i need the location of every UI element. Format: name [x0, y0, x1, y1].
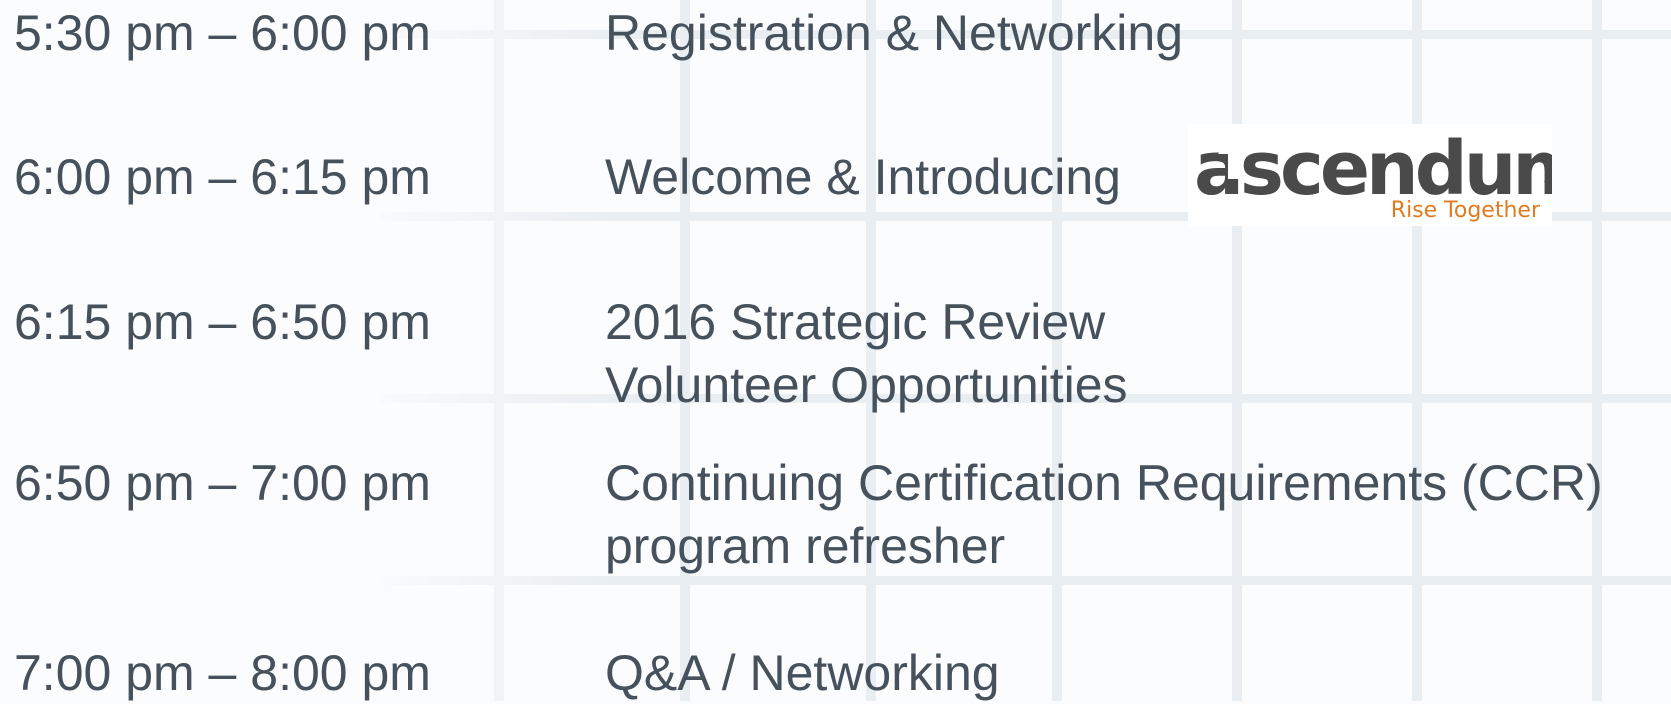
agenda-time: 5:30 pm – 6:00 pm — [14, 5, 431, 61]
trademark-mark: TM — [1543, 181, 1552, 188]
agenda-activity: Welcome & Introducing — [605, 149, 1121, 205]
agenda-time: 7:00 pm – 8:00 pm — [14, 645, 431, 701]
agenda-activity: Continuing Certification Requirements (C… — [605, 455, 1603, 511]
agenda-activity-line-2: Volunteer Opportunities — [605, 357, 1128, 413]
logo-tagline: Rise Together — [1391, 198, 1541, 223]
agenda-activity: Q&A / Networking — [605, 645, 1000, 701]
agenda-activity: Registration & Networking — [605, 5, 1184, 61]
agenda-time: 6:50 pm – 7:00 pm — [14, 455, 431, 511]
ascendum-logo: ascendum TM Rise Together — [1188, 124, 1552, 226]
agenda-activity: 2016 Strategic Review — [605, 294, 1106, 350]
agenda-time: 6:00 pm – 6:15 pm — [14, 149, 431, 205]
agenda-time: 6:15 pm – 6:50 pm — [14, 294, 431, 350]
agenda-activity-line-2: program refresher — [605, 518, 1006, 574]
